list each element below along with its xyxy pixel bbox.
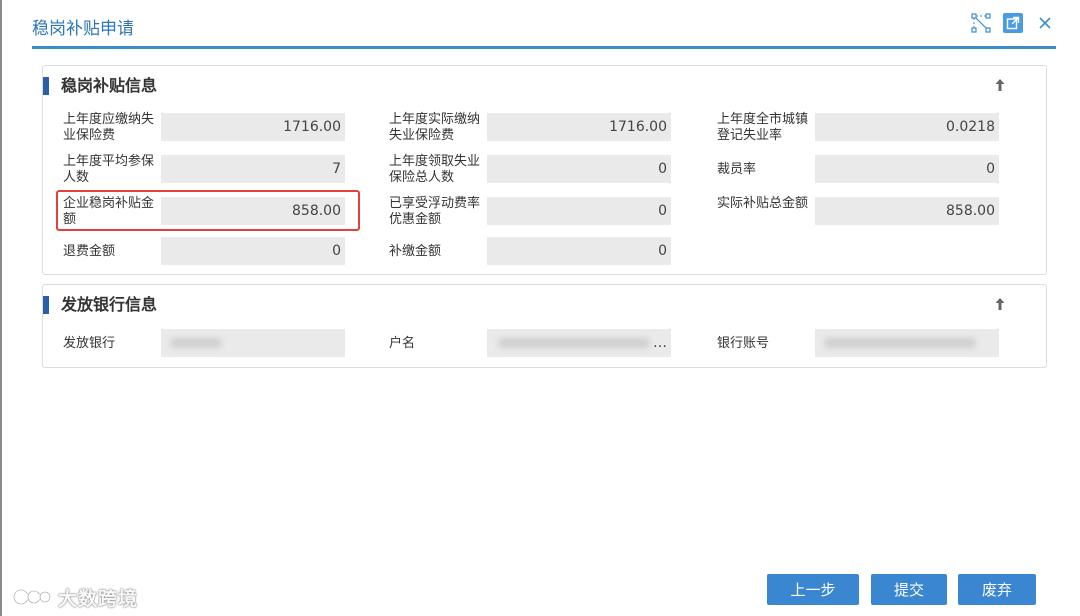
panel-title: 发放银行信息 — [61, 295, 158, 314]
prev-year-paid-premium-field[interactable]: 1716.00 — [487, 113, 671, 141]
field-label: 发放银行 — [63, 336, 116, 351]
field-label: 补缴金额 — [389, 244, 442, 259]
window-edge — [0, 0, 2, 616]
arrow-up-icon[interactable] — [992, 75, 1008, 95]
redacted-block — [825, 338, 975, 348]
field-label: 户名 — [389, 336, 416, 351]
field-label: 上年度实际缴纳失业保险费 — [389, 112, 481, 143]
enterprise-subsidy-amount-field[interactable]: 858.00 — [161, 197, 345, 225]
close-icon[interactable] — [1034, 12, 1056, 34]
panel-accent-bar — [43, 296, 49, 314]
panel-header: 发放银行信息 — [43, 294, 1046, 316]
title-divider — [32, 46, 1056, 49]
resize-icon[interactable] — [970, 12, 992, 34]
issuing-bank-field[interactable] — [161, 329, 345, 357]
prev-year-due-premium-field[interactable]: 1716.00 — [161, 113, 345, 141]
redacted-block — [499, 338, 649, 348]
field-label: 上年度平均参保人数 — [63, 154, 155, 185]
redacted-block — [171, 338, 221, 348]
field-label: 裁员率 — [717, 162, 757, 177]
submit-button[interactable]: 提交 — [871, 574, 947, 605]
watermark-text: 大数跨境 — [58, 587, 139, 610]
watermark-logo-icon — [13, 589, 51, 605]
refund-amount-field[interactable]: 0 — [161, 237, 345, 265]
bank-account-field[interactable] — [815, 329, 999, 357]
layoff-rate-field[interactable]: 0 — [815, 155, 999, 183]
field-label: 上年度领取失业保险总人数 — [389, 154, 481, 185]
field-label: 已享受浮动费率优惠金额 — [389, 196, 481, 227]
avg-insured-count-field[interactable]: 7 — [161, 155, 345, 183]
field-label: 上年度应缴纳失业保险费 — [63, 112, 155, 143]
actual-subsidy-total-field[interactable]: 858.00 — [815, 197, 999, 225]
dialog-titlebar: 稳岗补贴申请 — [0, 0, 1080, 49]
prev-step-button[interactable]: 上一步 — [767, 574, 859, 605]
field-label: 银行账号 — [717, 336, 770, 351]
panel-header: 稳岗补贴信息 — [43, 75, 1046, 97]
field-label: 上年度全市城镇登记失业率 — [717, 112, 809, 143]
back-payment-amount-field[interactable]: 0 — [487, 237, 671, 265]
popout-icon[interactable] — [1003, 13, 1023, 33]
account-name-value: … — [653, 335, 667, 351]
benefit-recipients-field[interactable]: 0 — [487, 155, 671, 183]
floating-rate-discount-field[interactable]: 0 — [487, 197, 671, 225]
field-label: 实际补贴总金额 — [717, 196, 809, 211]
panel-title: 稳岗补贴信息 — [61, 76, 158, 95]
panel-accent-bar — [43, 77, 49, 95]
account-name-field[interactable]: … — [487, 329, 671, 357]
field-label: 企业稳岗补贴金额 — [63, 196, 155, 227]
discard-button[interactable]: 废弃 — [958, 574, 1036, 605]
watermark: 大数跨境 — [12, 584, 142, 610]
unemployment-rate-field[interactable]: 0.0218 — [815, 113, 999, 141]
dialog-title: 稳岗补贴申请 — [32, 19, 134, 39]
field-label: 退费金额 — [63, 244, 116, 259]
arrow-up-icon[interactable] — [992, 294, 1008, 314]
